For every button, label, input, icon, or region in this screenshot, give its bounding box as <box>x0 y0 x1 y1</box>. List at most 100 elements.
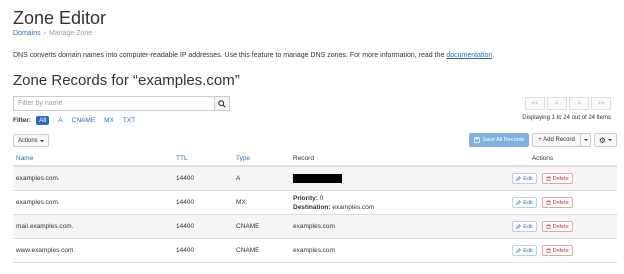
record-ttl: 14400 <box>176 247 195 254</box>
record-name: examples.com. <box>16 175 60 182</box>
edit-button[interactable]: Edit <box>512 245 537 256</box>
add-record-dropdown-button[interactable] <box>580 133 591 147</box>
filter-txt[interactable]: TXT <box>123 117 135 124</box>
header-actions: Actions <box>531 155 554 162</box>
edit-label: Edit <box>523 223 533 230</box>
record-name: examples.com. <box>16 199 60 206</box>
record-name: www.examples.com. <box>16 247 76 254</box>
pencil-icon <box>516 176 522 181</box>
table-header: Name TTL Type Record Actions <box>13 152 617 167</box>
edit-button[interactable]: Edit <box>512 221 537 232</box>
filter-a[interactable]: A <box>58 117 62 124</box>
save-icon <box>474 137 481 143</box>
delete-label: Delete <box>552 223 569 230</box>
header-record: Record <box>293 155 314 162</box>
header-ttl[interactable]: TTL <box>176 155 236 162</box>
edit-label: Edit <box>523 247 533 254</box>
page-title: Zone Editor <box>13 8 107 28</box>
chevron-down-icon <box>39 139 44 142</box>
delete-button[interactable]: Delete <box>541 197 573 208</box>
edit-label: Edit <box>523 175 533 182</box>
filter-label: Filter: <box>13 117 32 124</box>
record-value: examples.com <box>293 247 335 254</box>
settings-button[interactable]: ⚙ <box>593 133 617 147</box>
row-actions: Edit Delete <box>468 221 617 232</box>
filter-mx[interactable]: MX <box>104 117 114 124</box>
edit-label: Edit <box>523 199 533 206</box>
record-value <box>293 173 468 183</box>
search-button[interactable] <box>214 96 230 111</box>
record-ttl: 14400 <box>176 223 195 230</box>
mx-destination-line: Destination: examples.com <box>293 203 468 212</box>
first-page-button[interactable]: << <box>525 97 545 110</box>
trash-icon <box>546 176 551 181</box>
trash-icon <box>546 248 551 253</box>
pencil-icon <box>516 200 522 205</box>
page-description: DNS converts domain names into computer-… <box>13 52 494 59</box>
destination-value: examples.com <box>332 203 375 211</box>
record-type: CNAME <box>236 223 260 230</box>
record-name: mail.examples.com. <box>16 223 74 230</box>
record-value: examples.com <box>293 223 335 230</box>
destination-label: Destination: <box>293 203 331 211</box>
zone-records-table: Name TTL Type Record Actions examples.co… <box>13 152 617 263</box>
search-input[interactable] <box>13 96 214 111</box>
delete-label: Delete <box>552 199 569 206</box>
description-end: . <box>492 52 495 59</box>
table-row: examples.com. 14400 A Edit Delete <box>13 167 617 191</box>
filter-row: Filter: All A CNAME MX TXT <box>13 116 144 125</box>
prev-page-button[interactable]: < <box>547 97 567 110</box>
save-all-label: Save All Records <box>482 137 525 143</box>
search-group <box>13 96 230 111</box>
record-type: CNAME <box>236 247 260 254</box>
delete-label: Delete <box>552 247 569 254</box>
delete-label: Delete <box>552 175 569 182</box>
description-text: DNS converts domain names into computer-… <box>13 52 447 59</box>
pencil-icon <box>516 224 522 229</box>
header-type[interactable]: Type <box>236 155 293 162</box>
record-toolbar: Save All Records + Add Record ⚙ <box>469 133 617 147</box>
pagination: << < > >> <box>523 97 611 110</box>
pencil-icon <box>516 248 522 253</box>
record-ttl: 14400 <box>176 199 195 206</box>
zone-records-title: Zone Records for “examples.com” <box>13 72 240 89</box>
save-all-records-button[interactable]: Save All Records <box>469 133 530 147</box>
next-page-button[interactable]: > <box>569 97 589 110</box>
breadcrumb: Domains › Manage Zone <box>13 30 92 37</box>
row-actions: Edit Delete <box>468 197 617 208</box>
search-icon <box>218 99 226 108</box>
filter-cname[interactable]: CNAME <box>72 117 95 124</box>
table-row: www.examples.com. 14400 CNAME examples.c… <box>13 239 617 263</box>
record-value: Priority: 0 Destination: examples.com <box>293 194 468 212</box>
chevron-down-icon <box>608 139 612 141</box>
add-record-button[interactable]: + Add Record <box>532 133 581 147</box>
priority-value: 0 <box>319 194 324 202</box>
header-name[interactable]: Name <box>13 155 176 162</box>
redacted-ip-value <box>293 173 342 183</box>
last-page-button[interactable]: >> <box>591 97 611 110</box>
record-type: A <box>236 175 241 182</box>
gear-icon: ⚙ <box>598 135 606 145</box>
edit-button[interactable]: Edit <box>512 197 537 208</box>
priority-label: Priority: <box>293 194 318 202</box>
trash-icon <box>546 200 551 205</box>
mx-priority-line: Priority: 0 <box>293 194 468 203</box>
table-row: examples.com. 14400 MX Priority: 0 Desti… <box>13 191 617 215</box>
trash-icon <box>546 224 551 229</box>
row-actions: Edit Delete <box>468 173 617 184</box>
documentation-link[interactable]: documentation <box>446 52 492 59</box>
delete-button[interactable]: Delete <box>541 221 573 232</box>
delete-button[interactable]: Delete <box>541 173 573 184</box>
edit-button[interactable]: Edit <box>512 173 537 184</box>
breadcrumb-domains-link[interactable]: Domains <box>13 30 41 37</box>
record-ttl: 14400 <box>176 175 195 182</box>
chevron-down-icon <box>584 139 589 141</box>
record-type: MX <box>236 199 246 206</box>
row-actions: Edit Delete <box>468 245 617 256</box>
actions-label: Actions <box>18 137 38 144</box>
actions-dropdown-button[interactable]: Actions <box>13 134 49 147</box>
breadcrumb-current: Manage Zone <box>48 30 93 37</box>
filter-all[interactable]: All <box>36 116 50 125</box>
delete-button[interactable]: Delete <box>541 245 573 256</box>
breadcrumb-separator: › <box>43 30 46 37</box>
